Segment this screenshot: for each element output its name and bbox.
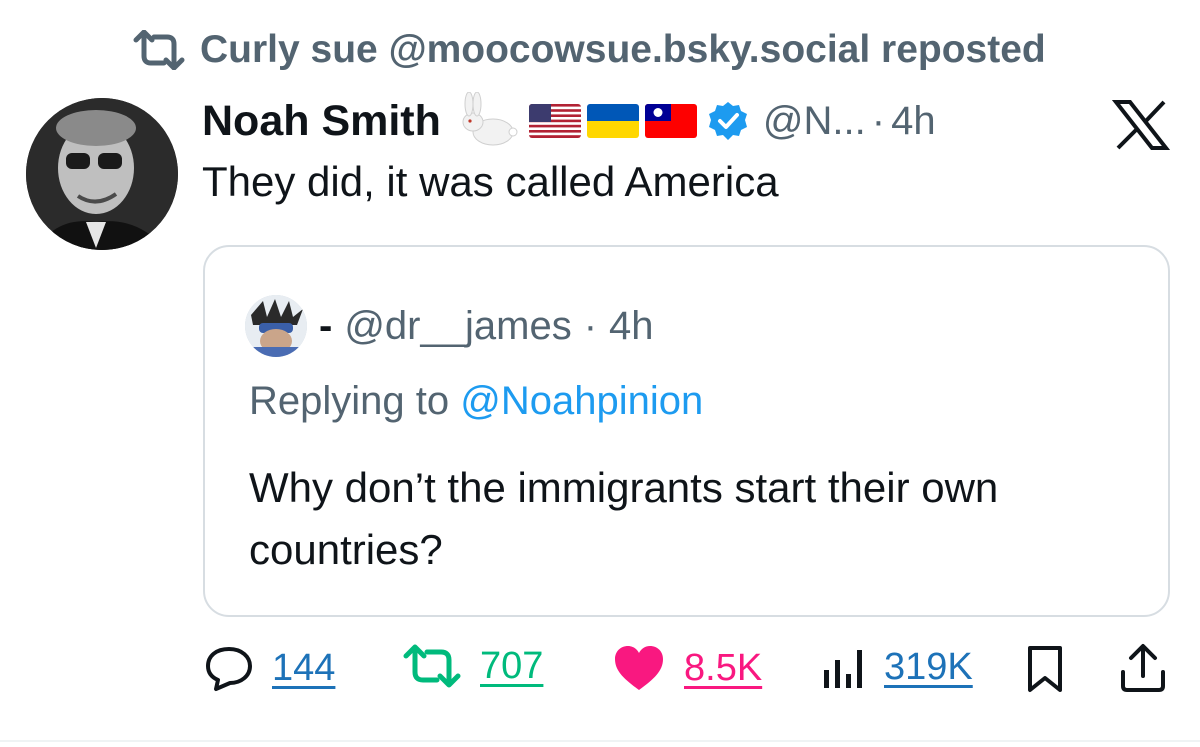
repost-header[interactable]: Curly sue @moocowsue.bsky.social reposte…: [132, 28, 1046, 72]
taiwan-flag-icon: [644, 104, 697, 138]
action-bar: 144 707 8.5K 319K: [0, 622, 1200, 732]
verified-badge-icon[interactable]: [707, 100, 749, 142]
repost-text: Curly sue @moocowsue.bsky.social reposte…: [200, 28, 1046, 71]
quoted-post[interactable]: - @dr__james · 4h Replying to @Noahpinio…: [203, 245, 1170, 617]
author-handle[interactable]: @N...: [763, 99, 866, 144]
quoted-post-header: - @dr__james · 4h: [245, 295, 654, 357]
replying-to: Replying to @Noahpinion: [249, 379, 703, 424]
author-row: Noah Smith @N... · 4h: [202, 92, 936, 150]
author-avatar[interactable]: [26, 98, 178, 250]
us-flag-icon: [528, 104, 581, 138]
repost-icon: [403, 644, 461, 688]
quoted-post-text: Why don’t the immigrants start their own…: [249, 464, 999, 573]
reply-icon: [206, 647, 252, 691]
quoted-post-time[interactable]: 4h: [609, 304, 654, 349]
views-button[interactable]: 319K: [820, 644, 973, 690]
share-icon[interactable]: [1118, 642, 1168, 694]
like-button[interactable]: 8.5K: [612, 644, 762, 692]
quoted-author-avatar[interactable]: [245, 295, 307, 357]
author-name[interactable]: Noah Smith: [202, 97, 441, 146]
replying-to-handle-link[interactable]: @Noahpinion: [460, 379, 703, 423]
ukraine-flag-icon: [586, 104, 639, 138]
quoted-author-handle[interactable]: @dr__james: [344, 304, 571, 349]
quoted-author-name[interactable]: -: [319, 304, 332, 349]
repost-icon: [133, 30, 185, 70]
post-time[interactable]: 4h: [891, 99, 936, 144]
post-text: They did, it was called America: [202, 158, 779, 205]
repost-button[interactable]: 707: [402, 644, 543, 688]
heart-icon: [615, 646, 663, 690]
reply-button[interactable]: 144: [204, 644, 335, 692]
repost-count: 707: [480, 644, 544, 687]
rabbit-emoji-icon: [462, 92, 518, 146]
x-logo-icon: [1112, 100, 1170, 150]
like-count: 8.5K: [684, 646, 763, 689]
bookmark-icon[interactable]: [1026, 644, 1064, 694]
divider: [0, 740, 1200, 742]
separator-dot: ·: [583, 303, 598, 348]
reply-count: 144: [272, 646, 336, 689]
separator-dot: ·: [871, 98, 886, 143]
flag-emojis: [528, 104, 697, 138]
view-count: 319K: [884, 645, 973, 688]
views-chart-icon: [824, 650, 862, 688]
replying-to-label: Replying to: [249, 379, 450, 423]
